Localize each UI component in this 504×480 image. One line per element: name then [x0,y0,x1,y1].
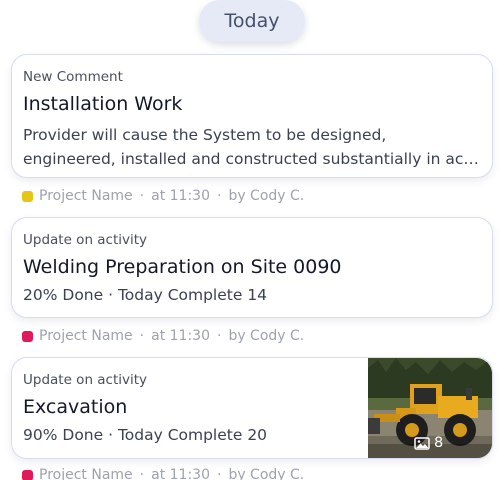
feed-card-kind: New Comment [23,69,123,85]
feed-meta-row: Project Name · at 11:30 · by Cody C. [22,188,304,204]
project-color-dot [22,469,33,480]
photo-count: 8 [434,435,444,451]
meta-separator: · [139,188,145,204]
meta-separator: · [216,467,222,480]
meta-author: by Cody C. [228,467,305,480]
meta-author: by Cody C. [228,188,305,204]
meta-separator: · [139,467,145,480]
feed-card-title: Installation Work [23,93,183,115]
feed-meta-row: Project Name · at 11:30 · by Cody C. [22,467,304,480]
project-name-link[interactable]: Project Name [39,328,133,344]
feed-card-activity-photo[interactable]: Update on activity Excavation 90% Done ·… [11,357,493,459]
feed-card-title: Welding Preparation on Site 0090 [23,256,342,278]
feed-card-comment[interactable]: New Comment Installation Work Provider w… [11,54,493,178]
meta-separator: · [216,188,222,204]
activity-photo-thumbnail[interactable]: 8 [368,358,492,458]
meta-time: at 11:30 [151,467,210,480]
feed-card-activity[interactable]: Update on activity Welding Preparation o… [11,217,493,318]
meta-author: by Cody C. [228,328,305,344]
feed-card-kind: Update on activity [23,372,148,388]
feed-card-title: Excavation [23,396,128,418]
description-line-1: Provider will cause the System to be des… [23,126,387,144]
feed-card-kind: Update on activity [23,232,148,248]
project-name-link[interactable]: Project Name [39,467,133,480]
date-group-pill: Today [199,0,305,42]
feed-card-progress: 90% Done · Today Complete 20 [23,426,268,444]
description-line-2: engineered, installed and constructed su… [23,150,487,168]
meta-separator: · [139,328,145,344]
photo-count-badge: 8 [414,434,443,452]
feed-card-description: Provider will cause the System to be des… [23,123,487,171]
image-icon [414,436,430,450]
meta-separator: · [216,328,222,344]
date-group-label: Today [224,10,280,32]
feed-card-progress: 20% Done · Today Complete 14 [23,286,268,304]
project-name-link[interactable]: Project Name [39,188,133,204]
feed-meta-row: Project Name · at 11:30 · by Cody C. [22,328,304,344]
project-color-dot [22,330,33,342]
meta-time: at 11:30 [151,328,210,344]
project-color-dot [22,190,33,202]
meta-time: at 11:30 [151,188,210,204]
